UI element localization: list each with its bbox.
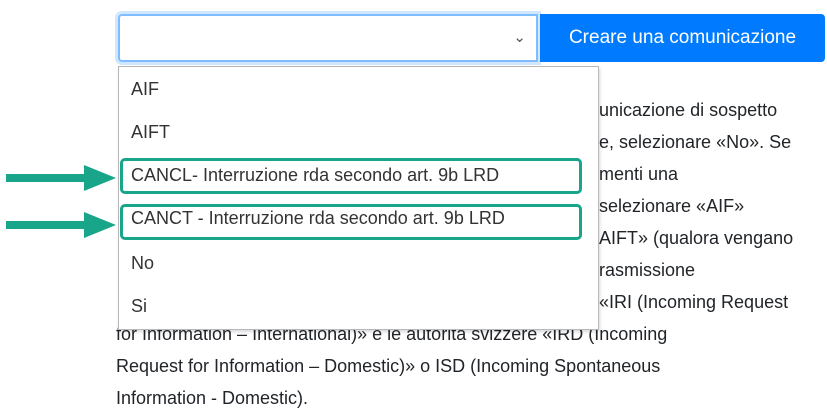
- help-line: «IRI (Incoming Request: [599, 292, 789, 312]
- option-si[interactable]: Si: [131, 290, 147, 322]
- help-line: Request for Information – Domestic)» o I…: [116, 356, 661, 376]
- help-line: rasmissione: [599, 260, 696, 280]
- help-line: menti una: [599, 164, 679, 184]
- help-line: Information - Domestic).: [116, 388, 309, 408]
- chevron-down-icon: ⌄: [513, 29, 526, 46]
- help-line: e, selezionare «No». Se: [599, 132, 792, 152]
- option-aif[interactable]: AIF: [131, 73, 159, 105]
- select-dropdown-list: AIF AIFT CANCL- Interruzione rda secondo…: [118, 66, 599, 330]
- highlight-box-canct: [120, 204, 582, 240]
- help-line: AIFT» (qualora vengano: [599, 228, 794, 248]
- arrow-right-icon: [6, 165, 116, 191]
- message-type-select[interactable]: ⌄: [118, 14, 538, 62]
- arrow-right-icon: [6, 212, 116, 238]
- option-no[interactable]: No: [131, 247, 154, 279]
- help-text-tail: for Information – International)» e le a…: [116, 318, 667, 414]
- help-text-right: unicazione di sospetto e, selezionare «N…: [599, 94, 793, 318]
- option-aift[interactable]: AIFT: [131, 116, 170, 148]
- highlight-box-cancl: [120, 158, 582, 194]
- help-line: selezionare «AIF»: [599, 196, 745, 216]
- create-communication-button[interactable]: Creare una comunicazione: [540, 14, 825, 62]
- help-line: unicazione di sospetto: [599, 100, 778, 120]
